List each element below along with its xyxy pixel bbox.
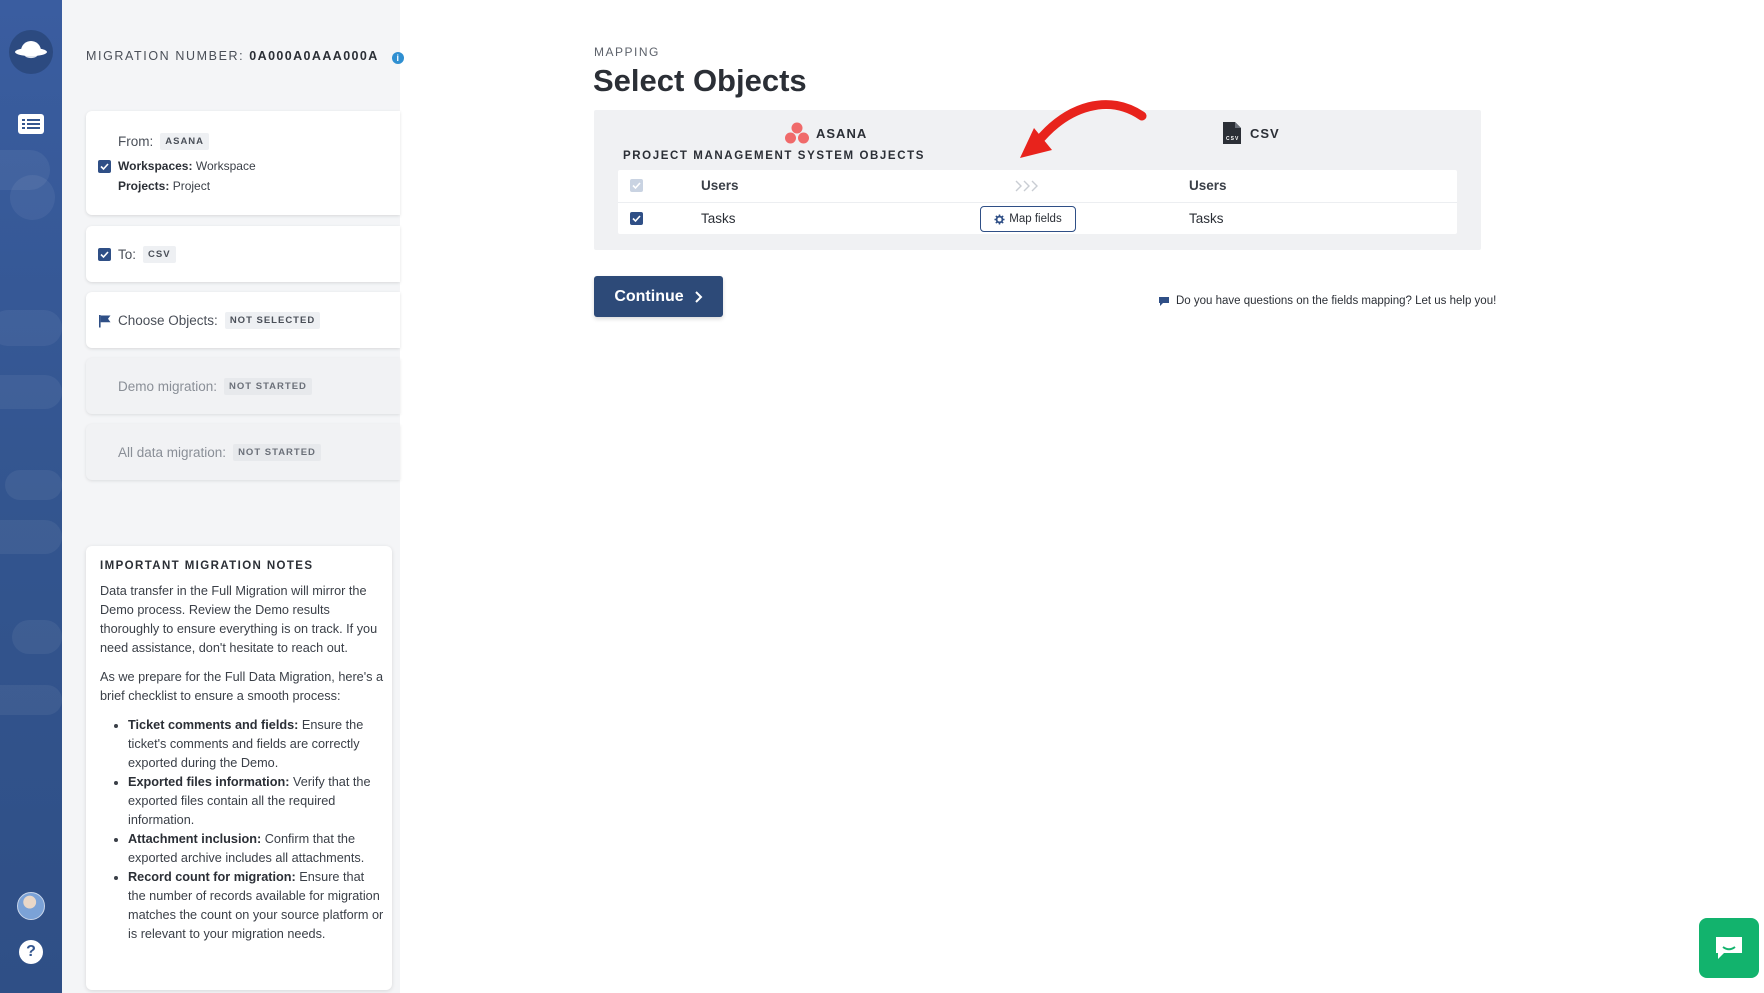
page-title: Select Objects <box>593 63 807 98</box>
checklist-item-title: Exported files information: <box>128 775 290 789</box>
chevrons-right-icon <box>1015 180 1038 192</box>
migration-number: MIGRATION NUMBER: 0A000A0AAA000A i <box>86 49 404 64</box>
avatar[interactable] <box>17 892 45 920</box>
step-from-card[interactable]: From: ASANA Workspaces: Workspace Projec… <box>86 111 400 215</box>
csv-file-icon: CSV <box>1223 122 1241 144</box>
checklist-item-title: Ticket comments and fields: <box>128 718 299 732</box>
notes-body: Data transfer in the Full Migration will… <box>100 582 384 944</box>
step-to-label: To: <box>118 247 137 262</box>
step-to-card[interactable]: To: CSV <box>86 226 400 282</box>
app-logo-icon[interactable] <box>9 30 53 74</box>
notes-paragraph: Data transfer in the Full Migration will… <box>100 584 378 655</box>
source-platform: ASANA <box>784 121 867 145</box>
rail-decoration <box>0 520 62 554</box>
info-icon[interactable]: i <box>391 52 404 64</box>
target-object-name: Users <box>1189 178 1227 193</box>
projects-label: Projects: <box>118 179 170 193</box>
help-icon[interactable]: ? <box>19 940 43 964</box>
step-choose-objects-label: Choose Objects: <box>118 313 218 328</box>
step-choose-objects-card[interactable]: Choose Objects: NOT SELECTED <box>86 292 400 348</box>
projects-value: Project <box>172 179 211 193</box>
demo-status: NOT STARTED <box>224 378 312 395</box>
source-tag: ASANA <box>160 133 210 150</box>
chat-button[interactable] <box>1699 918 1759 978</box>
target-platform-name: CSV <box>1250 125 1280 141</box>
step-from-label: From: <box>118 134 154 149</box>
checkbox-icon[interactable] <box>98 159 111 173</box>
list-item: Exported files information: Verify that … <box>128 773 384 830</box>
step-all-label: All data migration: <box>118 445 227 460</box>
source-object-name: Users <box>701 178 739 193</box>
checklist-item-title: Record count for migration: <box>128 870 296 884</box>
target-object-name: Tasks <box>1189 211 1224 226</box>
target-tag: CSV <box>143 246 176 263</box>
step-demo-migration: Demo migration: NOT STARTED <box>118 378 312 395</box>
help-link-text: Do you have questions on the fields mapp… <box>1176 295 1497 307</box>
migration-notes: IMPORTANT MIGRATION NOTES Data transfer … <box>86 546 392 990</box>
rail-decoration <box>10 175 55 220</box>
table-row[interactable]: Tasks Map fields Tasks <box>618 202 1457 234</box>
step-all-data-migration-card[interactable]: All data migration: NOT STARTED <box>86 424 400 480</box>
rail-decoration <box>0 375 62 409</box>
asana-logo-icon <box>785 122 809 144</box>
list-item: Attachment inclusion: Confirm that the e… <box>128 830 384 868</box>
step-demo-label: Demo migration: <box>118 379 218 394</box>
notes-title: IMPORTANT MIGRATION NOTES <box>100 560 314 572</box>
notes-paragraph: As we prepare for the Full Data Migratio… <box>100 670 384 703</box>
map-fields-label: Map fields <box>1009 213 1062 225</box>
comment-icon <box>1159 296 1169 306</box>
gear-icon <box>994 213 1005 225</box>
checkbox-icon[interactable] <box>98 248 111 261</box>
all-data-status: NOT STARTED <box>233 444 321 461</box>
fields-mapping-help-link[interactable]: Do you have questions on the fields mapp… <box>1158 295 1496 307</box>
projects-row: Projects: Project <box>118 179 210 193</box>
choose-objects-status: NOT SELECTED <box>224 312 321 329</box>
migration-number-label: MIGRATION NUMBER: <box>86 49 245 63</box>
svg-text:CSV: CSV <box>1226 136 1239 142</box>
step-choose-objects: Choose Objects: NOT SELECTED <box>98 312 321 329</box>
continue-label: Continue <box>614 287 684 305</box>
checkbox-icon[interactable] <box>630 212 643 225</box>
checklist-item-title: Attachment inclusion: <box>128 832 262 846</box>
notes-checklist: Ticket comments and fields: Ensure the t… <box>100 716 384 944</box>
breadcrumb: MAPPING <box>594 45 660 59</box>
rail-decoration <box>12 620 62 654</box>
objects-section-label: PROJECT MANAGEMENT SYSTEM OBJECTS <box>623 150 925 162</box>
continue-button[interactable]: Continue <box>594 276 723 317</box>
table-row[interactable]: Users Users <box>618 170 1457 201</box>
step-demo-migration-card[interactable]: Demo migration: NOT STARTED <box>86 358 400 414</box>
source-platform-name: ASANA <box>816 125 868 141</box>
flag-icon <box>99 314 111 327</box>
target-platform: CSV CSV <box>1222 121 1280 145</box>
step-from: From: ASANA <box>118 133 210 150</box>
chevron-right-icon <box>694 290 703 303</box>
migration-steps-panel: MIGRATION NUMBER: 0A000A0AAA000A i From:… <box>62 0 404 993</box>
step-to: To: CSV <box>98 246 176 263</box>
migration-number-value: 0A000A0AAA000A <box>249 49 379 63</box>
rail-decoration <box>0 310 62 346</box>
red-arrow-annotation <box>1020 100 1147 158</box>
source-object-name: Tasks <box>701 211 736 226</box>
workspaces-row: Workspaces: Workspace <box>98 159 256 173</box>
rail-decoration <box>0 685 62 715</box>
chat-icon <box>1716 937 1742 959</box>
left-rail: ? <box>0 0 62 993</box>
checkbox-icon[interactable] <box>630 179 643 192</box>
map-fields-button[interactable]: Map fields <box>980 206 1076 232</box>
step-all-data-migration: All data migration: NOT STARTED <box>118 444 321 461</box>
list-item: Record count for migration: Ensure that … <box>128 868 384 944</box>
workspaces-value: Workspace <box>195 159 256 173</box>
rail-decoration <box>5 470 62 500</box>
list-icon[interactable] <box>17 113 45 135</box>
list-item: Ticket comments and fields: Ensure the t… <box>128 716 384 773</box>
objects-table: Users Users Tasks Map fields Tasks <box>618 170 1457 234</box>
workspaces-label: Workspaces: <box>118 159 193 173</box>
